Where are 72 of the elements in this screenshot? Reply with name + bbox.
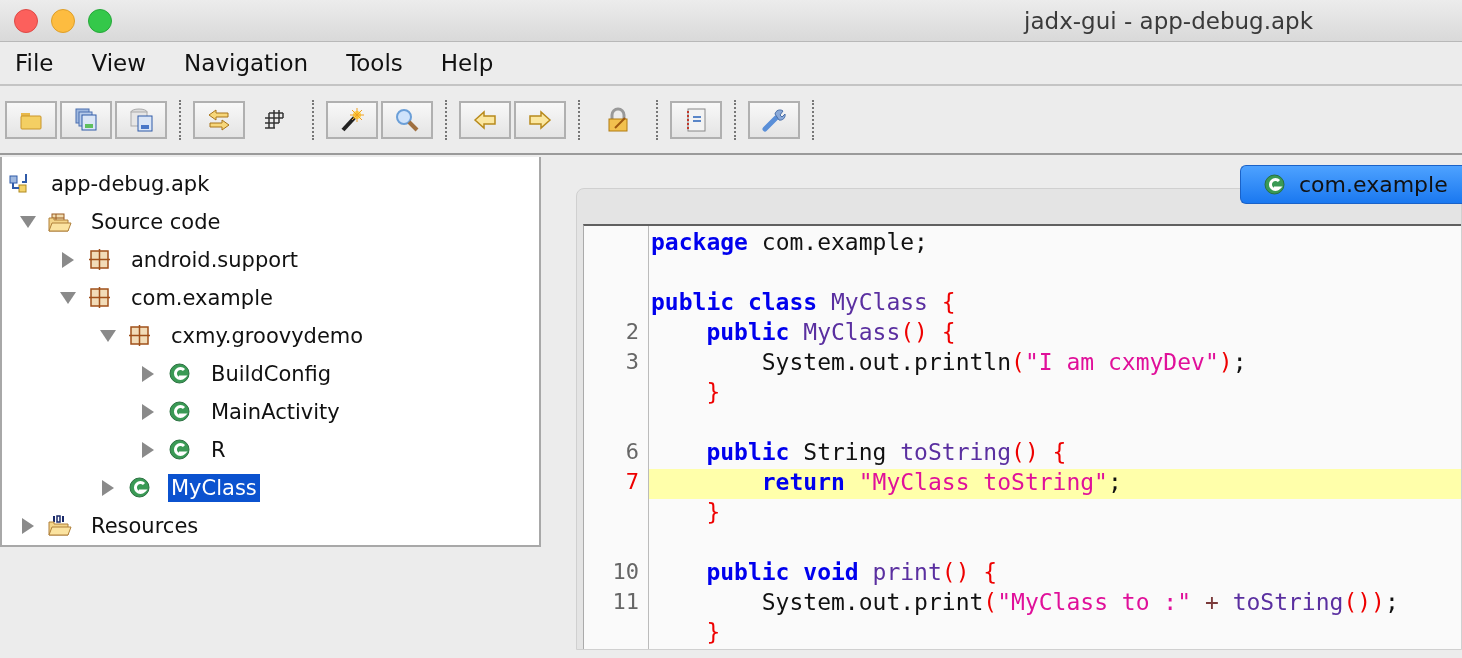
tree-item[interactable]: MyClass xyxy=(168,474,260,502)
expanded-arrow-icon[interactable] xyxy=(20,216,36,228)
collapsed-arrow-icon[interactable] xyxy=(142,366,154,382)
search-icon xyxy=(394,106,420,133)
save-all-button[interactable] xyxy=(60,100,112,139)
line-number: 10 xyxy=(612,559,639,584)
collapsed-arrow-icon[interactable] xyxy=(62,252,74,268)
code-line: return "MyClass toString"; xyxy=(760,469,1122,495)
magic-wand-icon xyxy=(339,106,365,133)
line-number: 11 xyxy=(612,589,639,614)
package-icon xyxy=(88,286,112,310)
open-folder-icon xyxy=(48,210,72,234)
package-icon xyxy=(88,248,112,272)
tree-item[interactable]: app-debug.apk xyxy=(48,170,213,198)
back-arrow-button[interactable] xyxy=(459,100,511,139)
class-icon xyxy=(168,438,192,462)
code-line: } xyxy=(705,499,721,525)
swap-arrows-button[interactable] xyxy=(193,100,245,139)
expanded-arrow-icon[interactable] xyxy=(100,330,116,342)
tree-item[interactable]: com.example xyxy=(128,284,276,312)
save-button[interactable] xyxy=(115,100,167,139)
tree-item[interactable]: android.support xyxy=(128,246,301,274)
window-title: jadx-gui - app-debug.apk xyxy=(1024,7,1313,34)
collapsed-arrow-icon[interactable] xyxy=(102,480,114,496)
tree-item[interactable]: Resources xyxy=(88,512,202,540)
class-icon xyxy=(168,400,192,424)
code-line: public String toString() { xyxy=(705,439,1067,465)
code-line: public void print() { xyxy=(705,559,998,585)
menu-item[interactable]: View xyxy=(91,50,147,76)
magic-wand-button[interactable] xyxy=(326,100,378,139)
collapsed-arrow-icon[interactable] xyxy=(142,442,154,458)
close-button[interactable] xyxy=(14,8,38,33)
open-folder-icon xyxy=(48,514,72,538)
wrench-icon xyxy=(761,106,787,133)
package-icon xyxy=(128,324,152,348)
tree-item[interactable]: BuildConfig xyxy=(208,360,335,388)
minimize-button[interactable] xyxy=(51,8,75,33)
class-icon xyxy=(128,476,152,500)
folder-button[interactable] xyxy=(5,100,57,139)
tree-item[interactable]: R xyxy=(208,436,229,464)
editor-tab[interactable]: com.example xyxy=(1240,165,1462,204)
menu-item[interactable]: File xyxy=(15,50,54,76)
code-line: package com.example; xyxy=(651,229,928,255)
wrench-button[interactable] xyxy=(748,100,800,139)
line-number: 3 xyxy=(625,349,639,374)
swap-arrows-icon xyxy=(206,106,232,133)
collapsed-arrow-icon[interactable] xyxy=(142,404,154,420)
lock-icon xyxy=(605,106,631,133)
code-line: public MyClass() { xyxy=(705,319,956,345)
line-number: 6 xyxy=(625,439,639,464)
forward-arrow-button[interactable] xyxy=(514,100,566,139)
zoom-button[interactable] xyxy=(88,8,112,33)
expanded-arrow-icon[interactable] xyxy=(60,292,76,304)
save-icon xyxy=(128,106,154,133)
line-number: 2 xyxy=(625,319,639,344)
line-number: 7 xyxy=(625,469,639,494)
code-line: System.out.println("I am cxmyDev"); xyxy=(760,349,1247,375)
code-line: System.out.print("MyClass to :" + toString()); xyxy=(760,589,1399,615)
code-line: public class MyClass { xyxy=(651,289,956,315)
notebook-button[interactable] xyxy=(670,100,722,139)
menu-item[interactable]: Tools xyxy=(346,50,403,76)
tree-item[interactable]: cxmy.groovydemo xyxy=(168,322,367,350)
class-icon xyxy=(168,362,192,386)
menu-item[interactable]: Navigation xyxy=(184,50,309,76)
class-icon xyxy=(1263,172,1287,197)
code-line: } xyxy=(705,379,721,405)
code-line: } xyxy=(705,619,721,645)
tree-item[interactable]: Source code xyxy=(88,208,224,236)
collapsed-arrow-icon[interactable] xyxy=(22,518,34,534)
tree-item[interactable]: MainActivity xyxy=(208,398,343,426)
menu-item[interactable]: Help xyxy=(440,50,494,76)
save-all-icon xyxy=(73,106,99,133)
